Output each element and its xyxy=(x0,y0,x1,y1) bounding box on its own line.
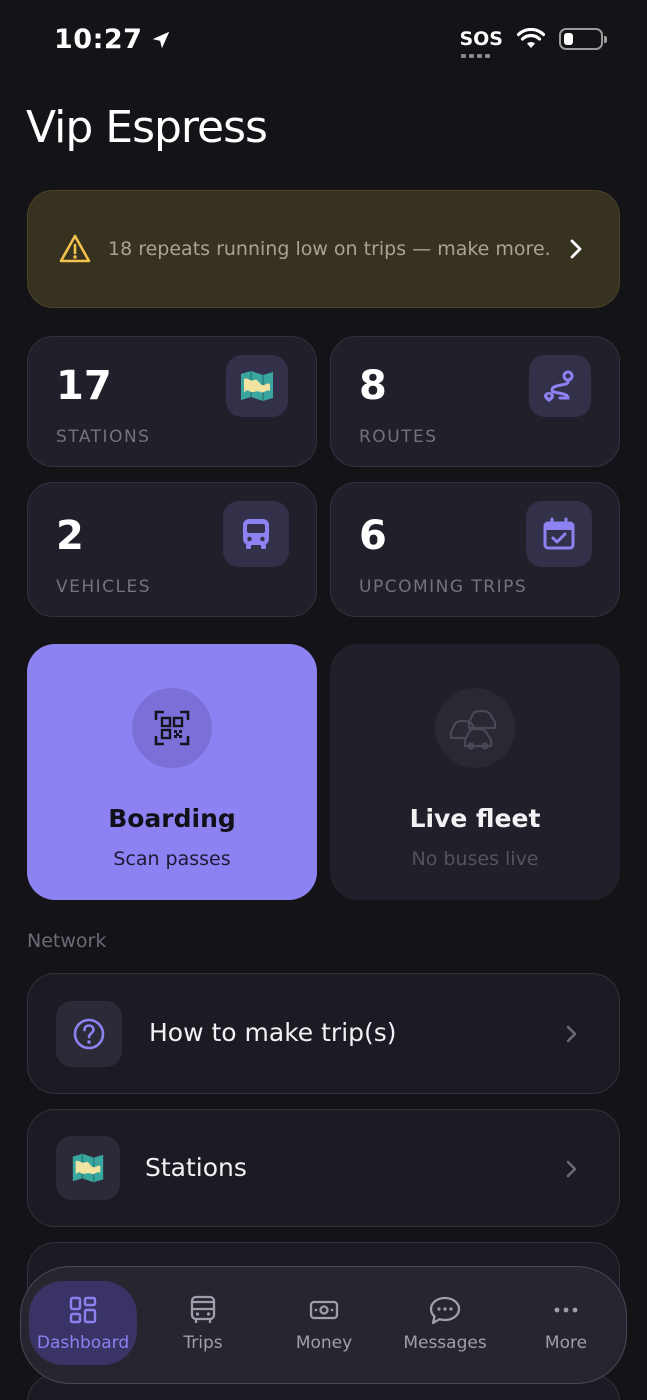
tab-more[interactable]: More xyxy=(512,1281,620,1365)
alert-text: 18 repeats running low on trips — make m… xyxy=(108,238,551,260)
live-fleet-card[interactable]: Live fleet No buses live xyxy=(330,644,620,900)
chevron-right-icon xyxy=(570,239,582,259)
tab-money[interactable]: Money xyxy=(270,1281,378,1365)
tab-trips[interactable]: Trips xyxy=(149,1281,257,1365)
section-label-network: Network xyxy=(27,930,107,952)
chevron-right-icon xyxy=(566,1160,577,1178)
map-icon xyxy=(226,355,288,417)
chevron-right-icon xyxy=(566,1025,577,1043)
list-item-label: Stations xyxy=(145,1153,247,1182)
more-icon xyxy=(554,1307,578,1313)
stat-value: 17 xyxy=(56,363,112,409)
stat-label: ROUTES xyxy=(359,427,438,447)
location-arrow-icon xyxy=(153,31,170,48)
stat-card-vehicles[interactable]: 2 VEHICLES xyxy=(27,482,317,617)
stat-label: VEHICLES xyxy=(56,577,152,597)
map-icon xyxy=(56,1136,120,1200)
help-circle-icon xyxy=(56,1001,122,1067)
stat-label: UPCOMING TRIPS xyxy=(359,577,528,597)
tab-messages[interactable]: Messages xyxy=(391,1281,499,1365)
boarding-title: Boarding xyxy=(108,804,236,833)
tab-dashboard[interactable]: Dashboard xyxy=(29,1281,137,1365)
chat-icon xyxy=(429,1296,461,1325)
cars-icon xyxy=(435,688,515,768)
list-item-label: How to make trip(s) xyxy=(149,1018,397,1047)
list-item-stations[interactable]: Stations xyxy=(27,1109,620,1227)
qr-scan-icon xyxy=(132,688,212,768)
stat-label: STATIONS xyxy=(56,427,151,447)
stat-value: 2 xyxy=(56,513,84,559)
bus-icon xyxy=(190,1295,216,1323)
calendar-check-icon xyxy=(526,501,592,567)
stat-value: 6 xyxy=(359,513,387,559)
sos-indicator: SOS xyxy=(459,28,503,58)
sos-label: SOS xyxy=(459,28,503,50)
tab-label: Money xyxy=(295,1333,353,1353)
boarding-subtitle: Scan passes xyxy=(113,848,231,870)
tab-label: More xyxy=(544,1333,588,1353)
live-fleet-subtitle: No buses live xyxy=(411,848,539,870)
tab-label: Messages xyxy=(403,1333,487,1353)
low-trips-alert[interactable]: 18 repeats running low on trips — make m… xyxy=(27,190,620,308)
stat-card-routes[interactable]: 8 ROUTES xyxy=(330,336,620,467)
stat-value: 8 xyxy=(359,363,387,409)
route-icon xyxy=(529,355,591,417)
clock: 10:27 xyxy=(54,24,143,55)
page-title: Vip Espress xyxy=(26,102,268,153)
status-time: 10:27 xyxy=(54,24,172,55)
list-item-how-to-make-trips[interactable]: How to make trip(s) xyxy=(27,973,620,1094)
money-icon xyxy=(309,1300,339,1320)
stat-card-stations[interactable]: 17 STATIONS xyxy=(27,336,317,467)
status-bar: 10:27 SOS xyxy=(0,0,647,86)
tab-bar: Dashboard Trips Money Messages More xyxy=(20,1266,627,1384)
battery-icon xyxy=(559,28,607,50)
dashboard-icon xyxy=(69,1296,97,1324)
wifi-icon xyxy=(517,28,545,48)
tab-label: Dashboard xyxy=(36,1333,130,1353)
bus-icon xyxy=(223,501,289,567)
boarding-card[interactable]: Boarding Scan passes xyxy=(27,644,317,900)
tab-label: Trips xyxy=(183,1333,223,1353)
warning-icon xyxy=(59,234,91,263)
live-fleet-title: Live fleet xyxy=(409,804,541,833)
stat-card-upcoming-trips[interactable]: 6 UPCOMING TRIPS xyxy=(330,482,620,617)
